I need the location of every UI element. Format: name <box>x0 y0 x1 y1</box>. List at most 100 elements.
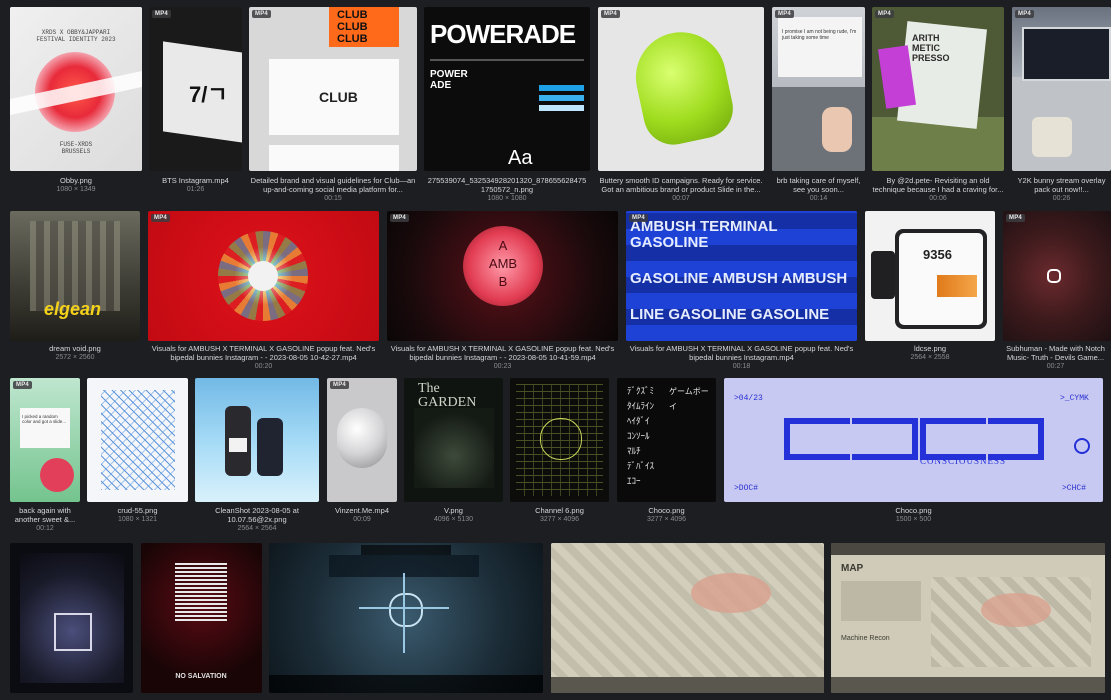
file-name: V.png <box>444 506 463 515</box>
file-meta: 2572 × 2560 <box>55 354 95 361</box>
art-text: ゲームボーイ <box>669 387 709 411</box>
file-caption: 275539074_532534928201320_878655628475 1… <box>424 176 590 203</box>
file-caption: Channel 6.png 3277 × 4096 <box>510 506 609 524</box>
file-name: crud-55.png <box>117 506 158 515</box>
file-meta: 00:20 <box>254 363 273 370</box>
video-badge: MP4 <box>601 10 620 18</box>
thumbnail-no-salvation[interactable]: NO SALVATION <box>141 543 262 693</box>
file-caption: Visuals for AMBUSH X TERMINAL X GASOLINE… <box>626 344 857 371</box>
file-meta: 00:27 <box>1046 363 1065 370</box>
file-meta: 1080 × 1080 <box>487 195 527 202</box>
art-text: >04/23 <box>734 394 763 403</box>
file-caption: Detailed brand and visual guidelines for… <box>249 176 417 203</box>
art-text: MAP <box>841 563 864 574</box>
file-name: Detailed brand and visual guidelines for… <box>250 176 416 194</box>
file-name: Obby.png <box>60 176 92 185</box>
thumbnail-ambush-1[interactable]: MP4 <box>148 211 379 341</box>
thumbnail-bts-instagram[interactable]: 7/ㄱ MP4 <box>149 7 242 171</box>
thumbnail-back-again[interactable]: I picked a random color and got a slide.… <box>10 378 80 502</box>
file-name: Visuals for AMBUSH X TERMINAL X GASOLINE… <box>629 344 854 362</box>
art-text: NO SALVATION <box>175 673 227 680</box>
video-badge: MP4 <box>13 381 32 389</box>
video-badge: MP4 <box>390 214 409 222</box>
file-meta: 00:07 <box>672 195 690 202</box>
file-caption: Visuals for AMBUSH X TERMINAL X GASOLINE… <box>387 344 618 371</box>
thumbnail-channel-6[interactable] <box>510 378 609 502</box>
thumbnail-game-map[interactable] <box>269 543 543 693</box>
file-caption: back again with another sweet &... 00:12 <box>8 506 82 533</box>
file-name: By @2d.pete- Revisiting an old technique… <box>872 176 1004 194</box>
thumbnail-crud-55[interactable] <box>87 378 188 502</box>
art-text: >CHC# <box>1062 484 1087 493</box>
art-text: POWERADE <box>430 19 576 49</box>
file-meta: 2564 × 2564 <box>237 525 277 532</box>
thumbnail-arithmetic-presso[interactable]: ARITH METIC PRESSO MP4 <box>872 7 1004 171</box>
file-meta: 00:18 <box>732 363 751 370</box>
thumbnail-y2k-bunny[interactable]: MP4 <box>1012 7 1111 171</box>
video-badge: MP4 <box>152 10 171 18</box>
file-caption: brb taking care of myself, see you soon.… <box>772 176 865 203</box>
thumbnail-buttery-smooth[interactable]: MP4 <box>598 7 764 171</box>
file-meta: 01:26 <box>186 186 205 193</box>
file-name: CleanShot 2023-08-05 at 10.07.56@2x.png <box>215 506 299 524</box>
thumbnail-vinzent[interactable]: MP4 <box>327 378 397 502</box>
file-caption: dream void.png 2572 × 2560 <box>10 344 140 362</box>
video-badge: MP4 <box>330 381 349 389</box>
video-badge: MP4 <box>775 10 794 18</box>
art-text: ARITH METIC PRESSO <box>912 33 950 63</box>
video-badge: MP4 <box>1006 214 1025 222</box>
thumbnail-powerade[interactable]: POWERADE POWER ADE Aa <box>424 7 590 171</box>
art-text: 9356 <box>923 247 952 262</box>
video-badge: MP4 <box>1015 10 1034 18</box>
file-caption: Buttery smooth ID campaigns. Ready for s… <box>598 176 764 203</box>
file-meta: 00:06 <box>929 195 947 202</box>
art-text: CLUB <box>319 89 358 105</box>
file-name: 275539074_532534928201320_878655628475 1… <box>427 176 587 194</box>
file-name: Choco.png <box>895 506 932 515</box>
thumbnail-choco-tall[interactable]: ﾃﾞｸｽﾞﾐ ﾀｲﾑﾗｲﾝ ﾍｲﾀﾞｲ ｺﾝｿｰﾙ ﾏﾙﾁ ﾃﾞﾊﾞｲｽ ｴｺｰ ゲームボー… <box>617 378 716 502</box>
file-meta: 00:14 <box>809 195 828 202</box>
art-text: POWER ADE <box>430 69 468 91</box>
file-name: dream void.png <box>49 344 101 353</box>
file-name: Choco.png <box>648 506 685 515</box>
thumbnail-nier-map-1[interactable] <box>551 543 824 693</box>
thumbnail-subhuman[interactable]: MP4 <box>1003 211 1111 341</box>
thumbnail-brb-laptop[interactable]: I promise I am not being rude, I'm just … <box>772 7 865 171</box>
file-meta: 00:15 <box>324 195 342 202</box>
file-name: Y2K bunny stream overlay pack out now!!.… <box>1017 176 1106 194</box>
video-badge: MP4 <box>252 10 271 18</box>
video-badge: MP4 <box>629 214 648 222</box>
file-caption: BTS Instagram.mp4 01:26 <box>149 176 242 194</box>
file-caption: By @2d.pete- Revisiting an old technique… <box>872 176 1004 203</box>
thumbnail-club-guidelines[interactable]: CLUB CLUB CLUB CLUB MP4 <box>249 7 417 171</box>
thumbnail-nier-map-2[interactable]: MAP Machine Recon <box>831 543 1105 693</box>
file-name: back again with another sweet &... <box>14 506 76 524</box>
file-name: Visuals for AMBUSH X TERMINAL X GASOLINE… <box>151 344 376 362</box>
thumbnail-dark-poster[interactable] <box>10 543 133 693</box>
art-text: FUSE-XRDS BRUSSELS <box>59 141 93 155</box>
art-text: A AMB B <box>488 238 518 289</box>
thumbnail-obby[interactable]: XRDS X OBBY&JAPPARI FESTIVAL IDENTITY 20… <box>10 7 142 171</box>
file-caption: Y2K bunny stream overlay pack out now!!.… <box>1012 176 1111 203</box>
art-text: The GARDEN <box>418 381 477 410</box>
thumbnail-cleanshot[interactable] <box>195 378 319 502</box>
thumbnail-ldcse[interactable]: 9356 <box>865 211 995 341</box>
file-meta: 00:12 <box>36 525 54 532</box>
file-caption: V.png 4096 × 5130 <box>404 506 503 524</box>
file-meta: 1080 × 1349 <box>56 186 96 193</box>
art-text: CONSCIOUSNESS <box>920 456 1007 466</box>
art-text: elgean <box>44 299 102 319</box>
file-caption: CleanShot 2023-08-05 at 10.07.56@2x.png 2… <box>195 506 319 533</box>
thumbnail-choco-wide[interactable]: >04/23 >_CYMK CONSCIOUSNESS >DOC# >CHC# <box>724 378 1103 502</box>
thumbnail-v[interactable]: The GARDEN <box>404 378 503 502</box>
art-text: Aa <box>508 147 533 169</box>
file-meta: 1500 × 500 <box>895 516 932 523</box>
thumbnail-ambush-2[interactable]: A AMB B MP4 <box>387 211 618 341</box>
art-text: >_CYMK <box>1060 394 1089 403</box>
file-caption: Visuals for AMBUSH X TERMINAL X GASOLINE… <box>148 344 379 371</box>
thumbnail-dream-void[interactable]: elgean <box>10 211 140 341</box>
file-name: Buttery smooth ID campaigns. Ready for s… <box>599 176 763 194</box>
file-meta: 3277 × 4096 <box>539 516 580 523</box>
file-name: Subhuman - Made with Notch Music- Truth … <box>1006 344 1105 362</box>
thumbnail-ambush-3[interactable]: AMBUSH TERMINAL GASOLINE GASOLINE AMBUSH… <box>626 211 857 341</box>
